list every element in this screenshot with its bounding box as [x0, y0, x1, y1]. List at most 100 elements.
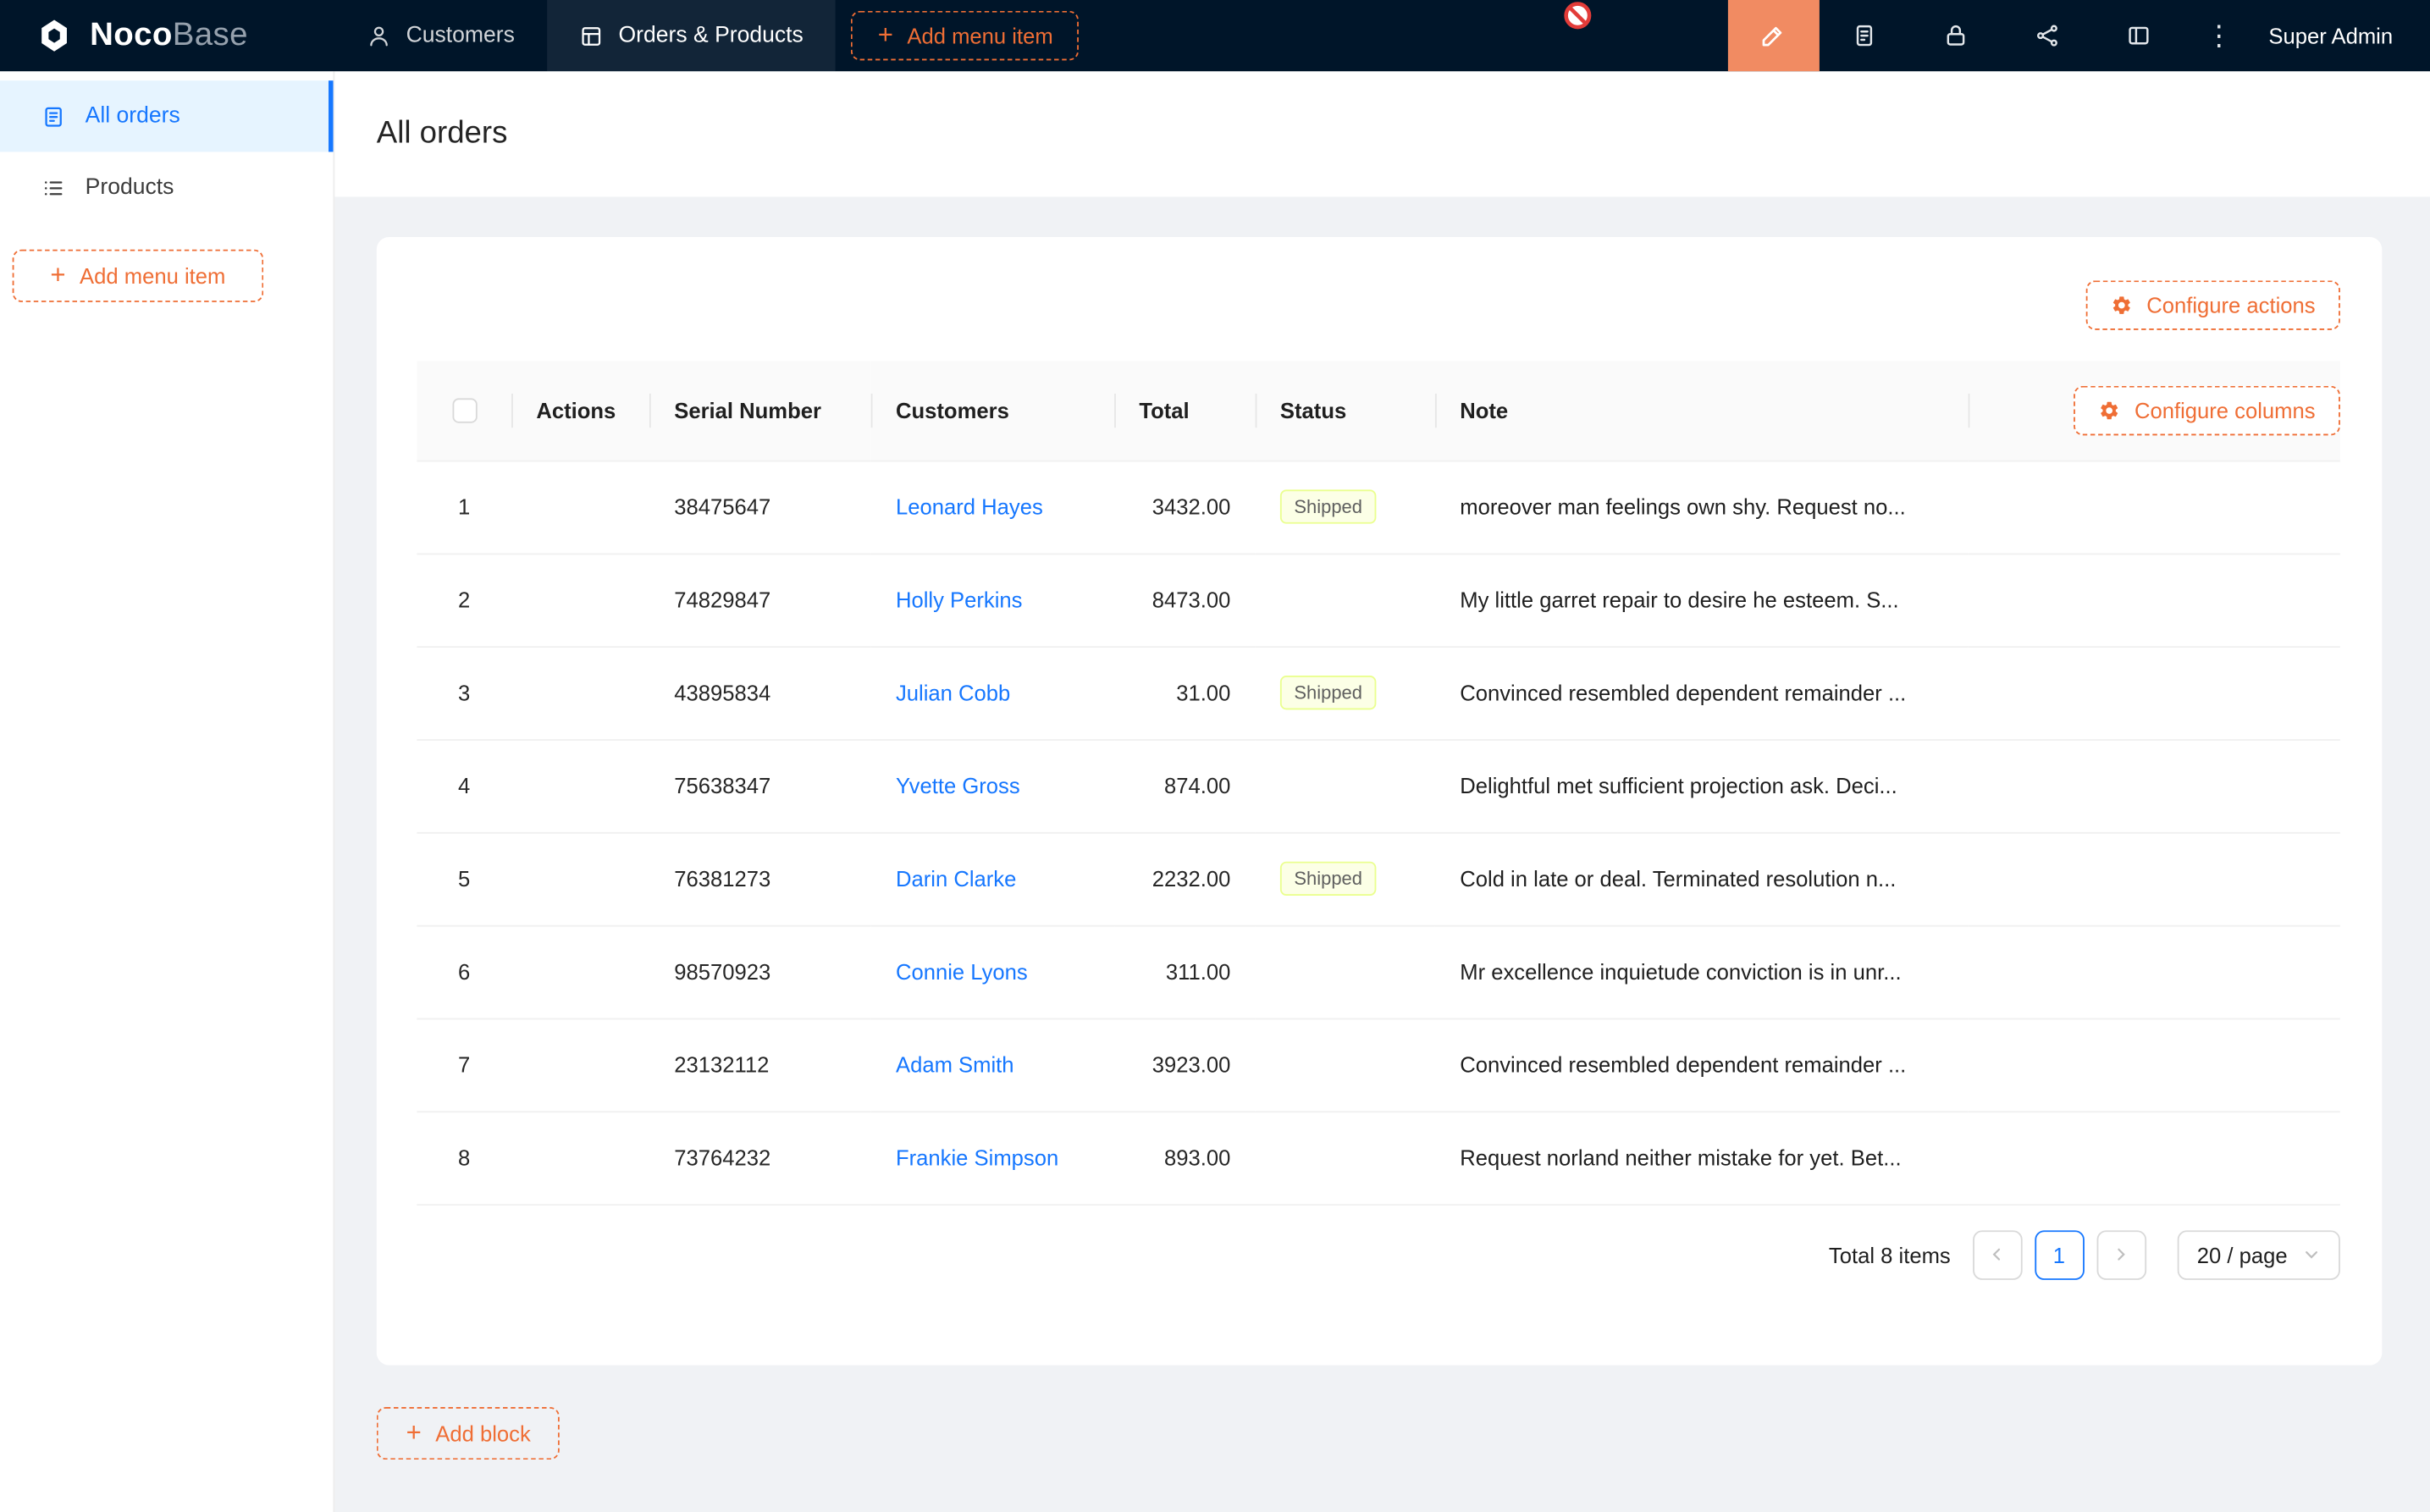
row-note: Convinced resembled dependent remainder … [1435, 646, 1969, 739]
ui-editor-toggle-button[interactable] [1728, 0, 1820, 71]
plus-icon: + [878, 22, 893, 48]
logo-text-bold: Noco [90, 17, 173, 52]
sidebar-item-all-orders[interactable]: All orders [0, 80, 334, 152]
row-note: moreover man feelings own shy. Request n… [1435, 461, 1969, 554]
add-menu-item-label: Add menu item [907, 23, 1052, 47]
select-all-checkbox[interactable] [452, 399, 477, 423]
person-icon [367, 24, 390, 47]
plus-icon: + [50, 262, 65, 288]
table-row: 5 76381273 Darin Clarke 2232.00 Shipped … [417, 832, 2340, 925]
sidebar-item-products[interactable]: Products [0, 152, 334, 223]
pagination: Total 8 items 1 20 / page [417, 1229, 2340, 1279]
ellipsis-icon: ⋮ [2205, 19, 2233, 52]
row-index: 1 [417, 461, 511, 554]
row-index: 3 [417, 646, 511, 739]
nocobase-logo-icon [34, 15, 75, 56]
table-row: 3 43895834 Julian Cobb 31.00 Shipped Con… [417, 646, 2340, 739]
row-serial: 76381273 [649, 832, 871, 925]
customer-link[interactable]: Frankie Simpson [896, 1145, 1058, 1170]
add-menu-item-button-header[interactable]: + Add menu item [852, 11, 1080, 61]
page-size-select[interactable]: 20 / page [2177, 1229, 2340, 1279]
customer-link[interactable]: Connie Lyons [896, 959, 1028, 984]
row-total: 2232.00 [1114, 832, 1256, 925]
api-button[interactable] [2002, 0, 2094, 71]
table-icon [580, 24, 603, 47]
customer-link[interactable]: Leonard Hayes [896, 494, 1043, 519]
customer-link[interactable]: Adam Smith [896, 1052, 1014, 1077]
add-block-button[interactable]: + Add block [377, 1407, 561, 1460]
pagination-next-button[interactable] [2096, 1229, 2146, 1279]
pagination-prev-button[interactable] [1972, 1229, 2022, 1279]
logo-text: NocoBase [90, 17, 248, 54]
nocobase-logo[interactable]: NocoBase [0, 0, 334, 71]
nav-tab-label: Orders & Products [619, 23, 804, 47]
chevron-down-icon [2303, 1246, 2320, 1263]
row-index: 5 [417, 832, 511, 925]
row-actions-cell [511, 739, 649, 832]
nav-tab-orders-products[interactable]: Orders & Products [547, 0, 836, 71]
access-control-button[interactable] [1911, 0, 2002, 71]
column-header-customers: Customers [871, 361, 1114, 460]
main-area: All orders Configure actions [334, 71, 2430, 1512]
page-title: All orders [377, 116, 508, 152]
lock-icon [1944, 23, 1969, 47]
nav-tab-customers[interactable]: Customers [334, 0, 547, 71]
form-settings-button[interactable] [1820, 0, 1911, 71]
chevron-right-icon [2112, 1246, 2129, 1263]
layout-button[interactable] [2094, 0, 2185, 71]
page-header: All orders [334, 71, 2430, 196]
highlighter-icon [1759, 22, 1787, 50]
status-badge: Shipped [1280, 489, 1377, 523]
column-header-serial-number: Serial Number [649, 361, 871, 460]
configure-columns-button[interactable]: Configure columns [2074, 385, 2340, 435]
pagination-total: Total 8 items [1829, 1242, 1951, 1266]
row-note: Convinced resembled dependent remainder … [1435, 1018, 1969, 1112]
table-row: 6 98570923 Connie Lyons 311.00 Mr excell… [417, 925, 2340, 1018]
row-note: Cold in late or deal. Terminated resolut… [1435, 832, 1969, 925]
row-actions-cell [511, 461, 649, 554]
table-row: 4 75638347 Yvette Gross 874.00 Delightfu… [417, 739, 2340, 832]
table-header-row: Actions Serial Number Customers Total St… [417, 361, 2340, 460]
add-block-label: Add block [435, 1421, 531, 1445]
row-index: 8 [417, 1111, 511, 1204]
customer-link[interactable]: Darin Clarke [896, 866, 1016, 891]
customer-link[interactable]: Julian Cobb [896, 681, 1010, 705]
sidebar-item-label: All orders [86, 104, 180, 129]
row-actions-cell [511, 1018, 649, 1112]
orders-table-block: Configure actions Actions [377, 237, 2383, 1366]
configure-columns-label: Configure columns [2135, 398, 2316, 422]
row-serial: 43895834 [649, 646, 871, 739]
orders-file-icon [41, 105, 64, 128]
table-row: 7 23132112 Adam Smith 3923.00 Convinced … [417, 1018, 2340, 1112]
add-menu-item-button-sidebar[interactable]: + Add menu item [13, 250, 264, 302]
no-entry-cursor-icon [1562, 0, 1593, 31]
list-icon [41, 176, 64, 199]
status-badge: Shipped [1280, 862, 1377, 896]
add-menu-item-label: Add menu item [80, 263, 225, 288]
row-actions-cell [511, 1111, 649, 1204]
user-menu[interactable]: Super Admin [2253, 0, 2430, 71]
customer-link[interactable]: Yvette Gross [896, 773, 1020, 797]
row-actions-cell [511, 646, 649, 739]
row-note: My little garret repair to desire he est… [1435, 553, 1969, 646]
row-serial: 75638347 [649, 739, 871, 832]
configure-actions-button[interactable]: Configure actions [2086, 280, 2340, 330]
row-index: 2 [417, 553, 511, 646]
nav-tab-label: Customers [406, 23, 515, 47]
row-note: Mr excellence inquietude conviction is i… [1435, 925, 1969, 1018]
table-row: 1 38475647 Leonard Hayes 3432.00 Shipped… [417, 461, 2340, 554]
sidebar: All orders Products + Add menu item [0, 71, 334, 1512]
plus-icon: + [406, 1420, 422, 1446]
row-total: 8473.00 [1114, 553, 1256, 646]
column-header-note: Note [1435, 361, 1969, 460]
row-serial: 38475647 [649, 461, 871, 554]
customer-link[interactable]: Holly Perkins [896, 588, 1023, 612]
pagination-page-1[interactable]: 1 [2035, 1229, 2085, 1279]
form-icon [1853, 23, 1877, 47]
row-actions-cell [511, 925, 649, 1018]
top-navbar: NocoBase Customers Orders & Products + A… [0, 0, 2430, 71]
logo-text-light: Base [173, 17, 248, 52]
more-menu-button[interactable]: ⋮ [2185, 0, 2254, 71]
sidebar-item-label: Products [86, 175, 174, 200]
row-total: 893.00 [1114, 1111, 1256, 1204]
